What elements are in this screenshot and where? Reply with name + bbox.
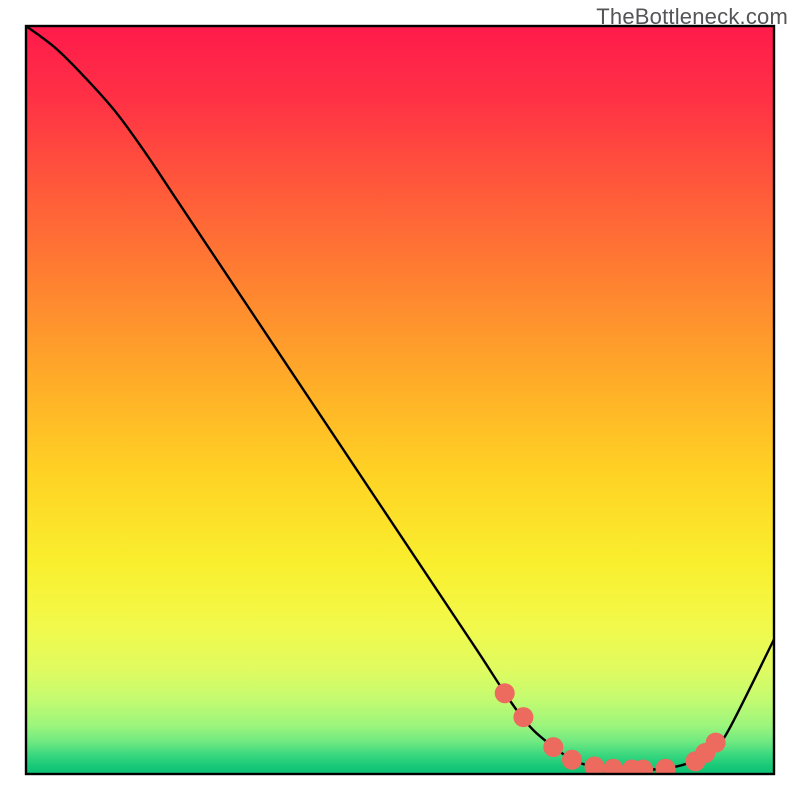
marker-dot: [495, 683, 515, 703]
bottleneck-chart: [0, 0, 800, 800]
marker-dot: [656, 759, 676, 779]
marker-dot: [562, 750, 582, 770]
marker-dot: [633, 760, 653, 780]
marker-dot: [513, 707, 533, 727]
marker-dot: [706, 733, 726, 753]
marker-dot: [603, 759, 623, 779]
marker-dot: [543, 737, 563, 757]
gradient-background: [26, 26, 774, 774]
chart-container: TheBottleneck.com: [0, 0, 800, 800]
